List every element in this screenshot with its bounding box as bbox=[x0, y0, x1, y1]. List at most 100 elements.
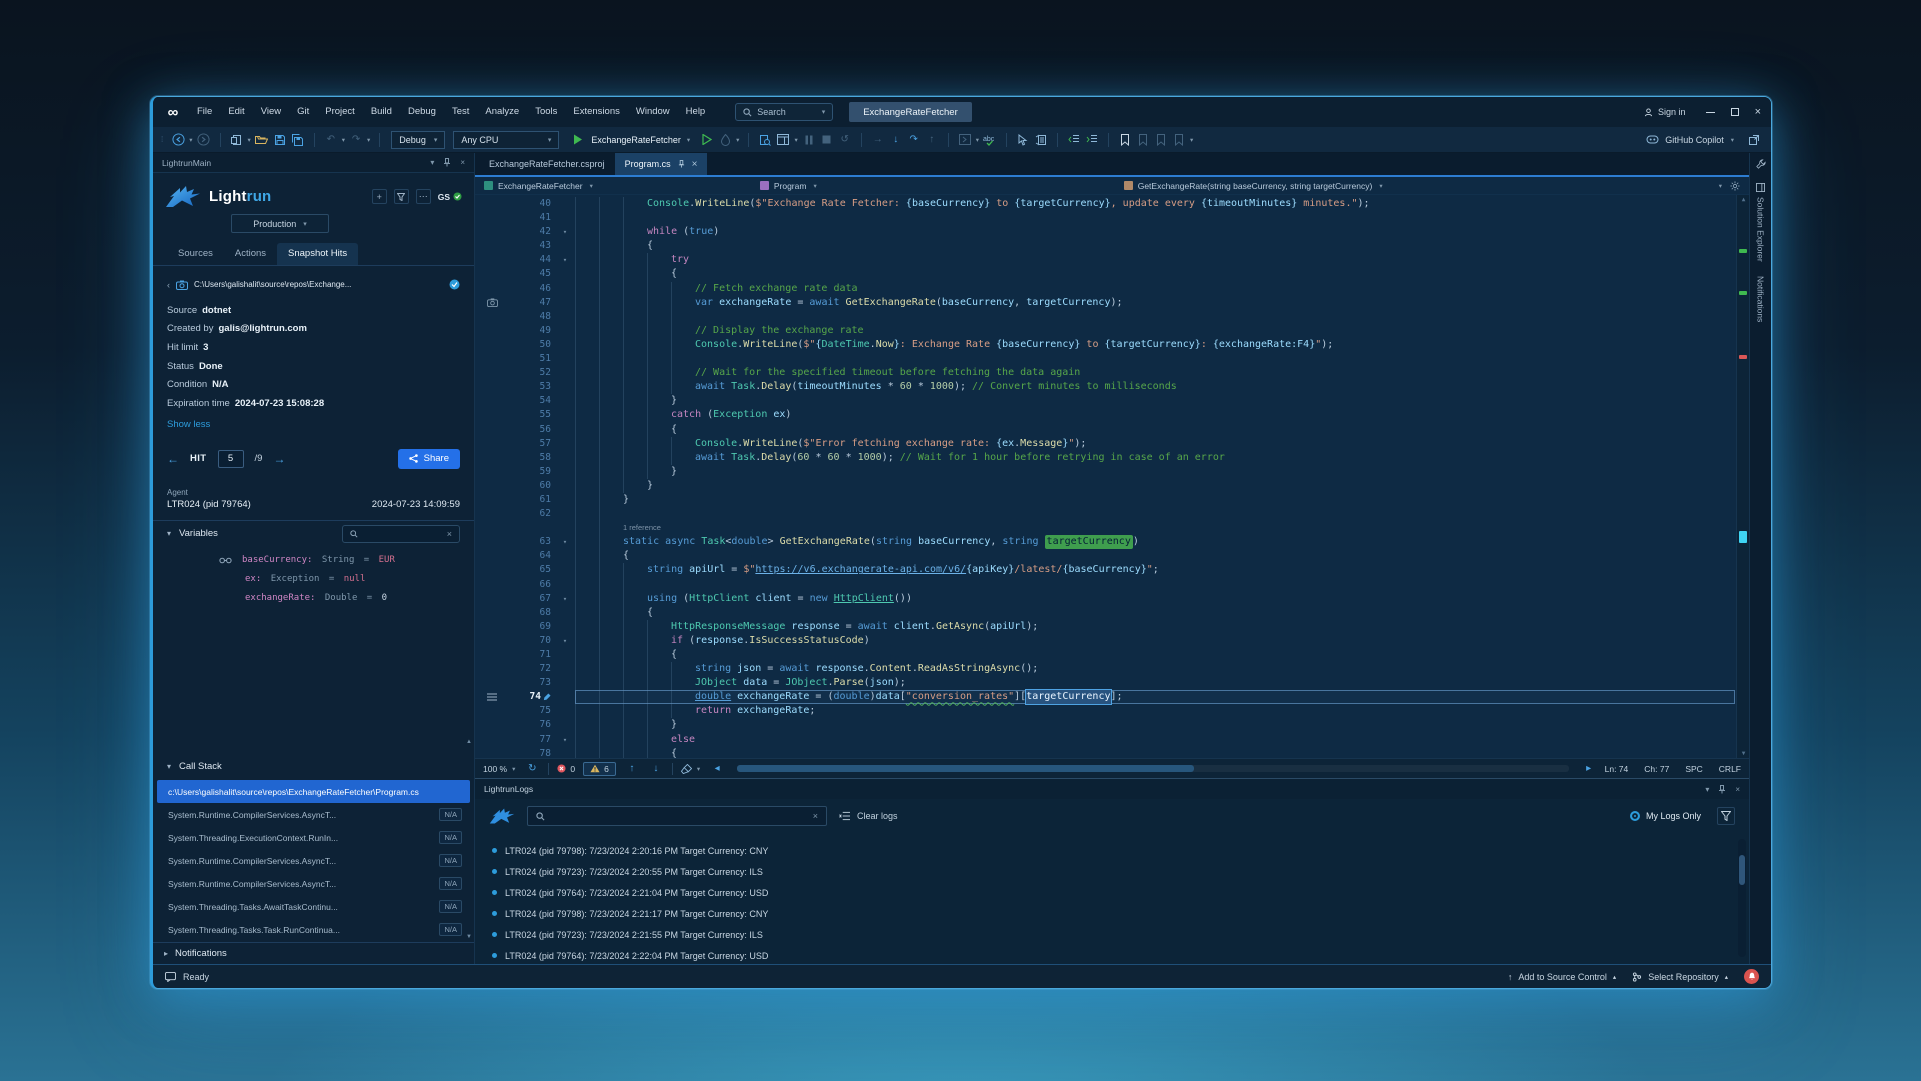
undo-button[interactable]: ↶ bbox=[323, 132, 339, 148]
filter-icon[interactable] bbox=[1717, 807, 1735, 825]
callstack-frame[interactable]: System.Runtime.CompilerServices.AsyncT..… bbox=[157, 849, 470, 872]
clear-search-icon[interactable]: × bbox=[813, 811, 818, 821]
chevron-left-icon[interactable]: ‹ bbox=[167, 280, 170, 290]
clear-logs-button[interactable]: Clear logs bbox=[839, 811, 898, 821]
close-icon[interactable]: × bbox=[460, 158, 465, 167]
code-line[interactable]: 65string apiUrl = $"https://v6.exchanger… bbox=[475, 563, 1749, 577]
code-line[interactable]: 67▾using (HttpClient client = new HttpCl… bbox=[475, 592, 1749, 606]
code-line[interactable]: 48 bbox=[475, 310, 1749, 324]
code-line[interactable]: 49// Display the exchange rate bbox=[475, 324, 1749, 338]
live-unit-testing-button[interactable] bbox=[957, 132, 973, 148]
tab-solution-explorer[interactable]: Solution Explorer bbox=[1756, 183, 1766, 262]
share-button[interactable]: Share bbox=[398, 449, 460, 469]
menu-item-extensions[interactable]: Extensions bbox=[565, 101, 627, 123]
window-position-menu-icon[interactable]: ▾ bbox=[430, 158, 434, 167]
fold-chevron-icon[interactable]: ▾ bbox=[555, 592, 575, 606]
code-line[interactable]: 63▾static async Task<double> GetExchange… bbox=[475, 535, 1749, 549]
hscroll-left-arrow[interactable]: ◂ bbox=[709, 761, 725, 777]
spell-checker-button[interactable]: abc bbox=[982, 132, 998, 148]
bookmark-dropdown[interactable]: ▾ bbox=[1190, 136, 1193, 144]
code-line[interactable]: 69HttpResponseMessage response = await c… bbox=[475, 620, 1749, 634]
code-line[interactable]: 50Console.WriteLine($"{DateTime.Now}: Ex… bbox=[475, 338, 1749, 352]
callstack-frame[interactable]: System.Threading.Tasks.AwaitTaskContinu.… bbox=[157, 895, 470, 918]
new-file-button[interactable] bbox=[229, 132, 245, 148]
my-logs-only-toggle[interactable]: My Logs Only bbox=[1630, 811, 1701, 821]
open-folder-button[interactable] bbox=[254, 132, 270, 148]
callstack-frame[interactable]: System.Runtime.CompilerServices.AsyncT..… bbox=[157, 803, 470, 826]
document-outline-button[interactable] bbox=[1033, 132, 1049, 148]
callstack-frame[interactable]: System.Threading.Tasks.Task.RunContinua.… bbox=[157, 918, 470, 941]
callstack-section-header[interactable]: ▾ Call Stack bbox=[153, 753, 474, 779]
hit-number-input[interactable]: 5 bbox=[218, 450, 244, 468]
variable-row[interactable]: ex: Exception = null bbox=[153, 570, 474, 589]
add-to-source-control-button[interactable]: ↑ Add to Source Control ▴ bbox=[1508, 972, 1616, 982]
code-line[interactable]: 75return exchangeRate; bbox=[475, 704, 1749, 718]
code-line[interactable]: 44▾try bbox=[475, 253, 1749, 267]
scroll-up-arrow[interactable]: ▲ bbox=[466, 739, 472, 745]
callstack-frame[interactable]: System.Threading.ExecutionContext.RunIn.… bbox=[157, 826, 470, 849]
clear-bookmarks-button[interactable] bbox=[1171, 132, 1187, 148]
menu-item-debug[interactable]: Debug bbox=[400, 101, 444, 123]
fold-chevron-icon[interactable]: ▾ bbox=[555, 733, 575, 747]
code-line[interactable]: 1 reference bbox=[475, 521, 1749, 535]
chevron-down-icon[interactable]: ▾ bbox=[1719, 182, 1722, 190]
log-entry[interactable]: LTR024 (pid 79798): 7/23/2024 2:21:17 PM… bbox=[475, 903, 1749, 924]
code-line[interactable]: 77▾else bbox=[475, 733, 1749, 747]
code-line[interactable]: 61} bbox=[475, 493, 1749, 507]
show-less-link[interactable]: Show less bbox=[167, 416, 460, 434]
maximize-button[interactable] bbox=[1731, 108, 1739, 116]
toggle-bookmark-button[interactable] bbox=[1117, 132, 1133, 148]
window-layout-button[interactable] bbox=[775, 132, 791, 148]
code-line[interactable]: 74double exchangeRate = (double)data["co… bbox=[475, 690, 1749, 704]
log-entry[interactable]: LTR024 (pid 79764): 7/23/2024 2:22:04 PM… bbox=[475, 945, 1749, 964]
menu-item-view[interactable]: View bbox=[253, 101, 289, 123]
variables-search-input[interactable]: × bbox=[342, 525, 460, 543]
navigate-back-button[interactable] bbox=[170, 132, 186, 148]
fold-chevron-icon[interactable]: ▾ bbox=[555, 253, 575, 267]
scroll-up-arrow[interactable]: ▲ bbox=[1737, 196, 1749, 203]
breadcrumb-class[interactable]: Program bbox=[774, 181, 807, 191]
code-line[interactable]: 59} bbox=[475, 465, 1749, 479]
editor-vertical-scrollbar[interactable]: ▲ ▼ bbox=[1736, 195, 1749, 758]
clear-search-icon[interactable]: × bbox=[447, 529, 452, 539]
hot-reload-button[interactable] bbox=[717, 132, 733, 148]
menu-item-edit[interactable]: Edit bbox=[220, 101, 252, 123]
show-next-statement-button[interactable]: → bbox=[870, 132, 886, 148]
tab-program-cs[interactable]: Program.cs × bbox=[615, 153, 708, 175]
start-debugging-button[interactable]: ExchangeRateFetcher ▾ bbox=[564, 132, 697, 148]
breadcrumb-method[interactable]: GetExchangeRate(string baseCurrency, str… bbox=[1138, 181, 1373, 191]
search-box[interactable]: Search ▾ bbox=[735, 103, 833, 121]
menu-item-window[interactable]: Window bbox=[628, 101, 678, 123]
codelens-references[interactable]: 1 reference bbox=[623, 521, 661, 535]
code-line[interactable]: 58await Task.Delay(60 * 60 * 1000); // W… bbox=[475, 451, 1749, 465]
code-line[interactable]: 53await Task.Delay(timeoutMinutes * 60 *… bbox=[475, 380, 1749, 394]
sign-in-button[interactable]: Sign in bbox=[1644, 107, 1686, 117]
code-line[interactable]: 62 bbox=[475, 507, 1749, 521]
minimize-button[interactable] bbox=[1706, 112, 1715, 113]
live-unit-testing-dropdown[interactable]: ▾ bbox=[976, 136, 979, 144]
redo-dropdown[interactable]: ▾ bbox=[367, 136, 370, 144]
solution-platform-dropdown[interactable]: Any CPU▾ bbox=[453, 131, 559, 149]
step-out-button[interactable]: ↑ bbox=[924, 132, 940, 148]
pin-icon[interactable] bbox=[1718, 785, 1726, 794]
variables-section-header[interactable]: ▾ Variables × bbox=[153, 521, 474, 547]
lightrun-tab-sources[interactable]: Sources bbox=[167, 243, 224, 265]
code-line[interactable]: 52// Wait for the specified timeout befo… bbox=[475, 366, 1749, 380]
line-actions-icon[interactable] bbox=[475, 690, 509, 704]
code-line[interactable]: 55catch (Exception ex) bbox=[475, 408, 1749, 422]
code-line[interactable]: 72string json = await response.Content.R… bbox=[475, 662, 1749, 676]
code-line[interactable]: 64{ bbox=[475, 549, 1749, 563]
code-line[interactable]: 43{ bbox=[475, 239, 1749, 253]
menu-item-analyze[interactable]: Analyze bbox=[477, 101, 527, 123]
close-icon[interactable]: × bbox=[692, 159, 698, 170]
code-line[interactable]: 46// Fetch exchange rate data bbox=[475, 282, 1749, 296]
gs-user-badge[interactable]: GS bbox=[438, 192, 462, 202]
horizontal-scrollbar[interactable] bbox=[737, 765, 1569, 772]
log-entry[interactable]: LTR024 (pid 79723): 7/23/2024 2:20:55 PM… bbox=[475, 861, 1749, 882]
previous-bookmark-button[interactable] bbox=[1135, 132, 1151, 148]
next-hit-button[interactable]: → bbox=[273, 452, 285, 466]
code-editor[interactable]: 40Console.WriteLine($"Exchange Rate Fetc… bbox=[475, 195, 1749, 758]
log-entry[interactable]: LTR024 (pid 79798): 7/23/2024 2:20:16 PM… bbox=[475, 840, 1749, 861]
open-in-new-window-icon[interactable] bbox=[1749, 135, 1759, 145]
next-bookmark-button[interactable] bbox=[1153, 132, 1169, 148]
